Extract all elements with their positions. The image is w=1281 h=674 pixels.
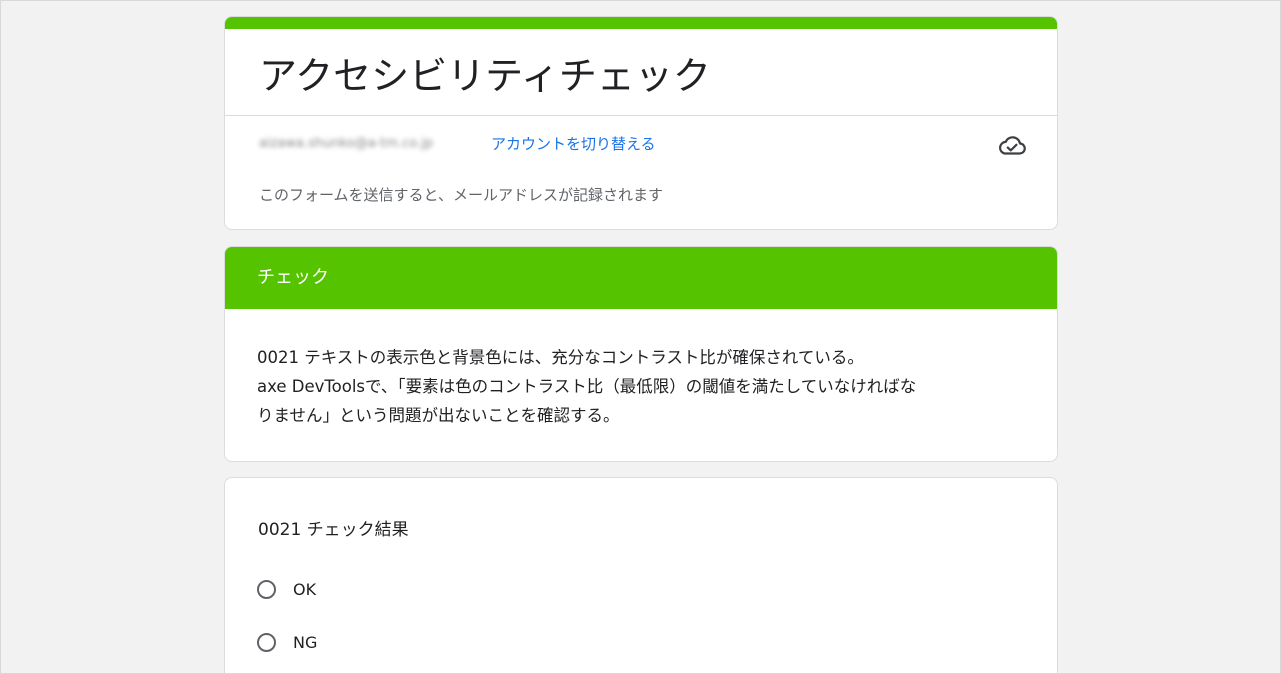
form-title: アクセシビリティチェック	[259, 54, 711, 98]
section-title: チェック	[225, 247, 1057, 309]
header-accent-bar	[225, 17, 1057, 29]
account-email: aizawa.shunko@a-tm.co.jp	[259, 136, 434, 151]
question-card: 0021 チェック結果 OK NG	[224, 477, 1058, 673]
section-card: チェック 0021 テキストの表示色と背景色には、充分なコントラスト比が確保され…	[224, 246, 1058, 462]
divider	[225, 115, 1057, 116]
radio-option-label: NG	[293, 632, 318, 652]
page-background: アクセシビリティチェック aizawa.shunko@a-tm.co.jp アカ…	[0, 0, 1281, 674]
email-recording-notice: このフォームを送信すると、メールアドレスが記録されます	[259, 186, 663, 204]
section-description: 0021 テキストの表示色と背景色には、充分なコントラスト比が確保されている。 …	[257, 343, 1037, 430]
switch-account-link[interactable]: アカウントを切り替える	[491, 133, 656, 154]
question-title: 0021 チェック結果	[258, 520, 409, 540]
cloud-check-icon	[999, 136, 1026, 155]
section-description-line: りません」という問題が出ないことを確認する。	[257, 406, 620, 425]
radio-option-label: OK	[293, 579, 317, 599]
section-description-line: axe DevToolsで、「要素は色のコントラスト比（最低限）の閾値を満たして…	[257, 377, 917, 396]
radio-option-ok[interactable]: OK	[257, 574, 316, 604]
form-header-card: アクセシビリティチェック aizawa.shunko@a-tm.co.jp アカ…	[224, 16, 1058, 230]
radio-option-ng[interactable]: NG	[257, 627, 317, 657]
section-description-line: 0021 テキストの表示色と背景色には、充分なコントラスト比が確保されている。	[257, 348, 864, 367]
radio-button[interactable]	[257, 632, 276, 652]
radio-button[interactable]	[257, 579, 276, 599]
